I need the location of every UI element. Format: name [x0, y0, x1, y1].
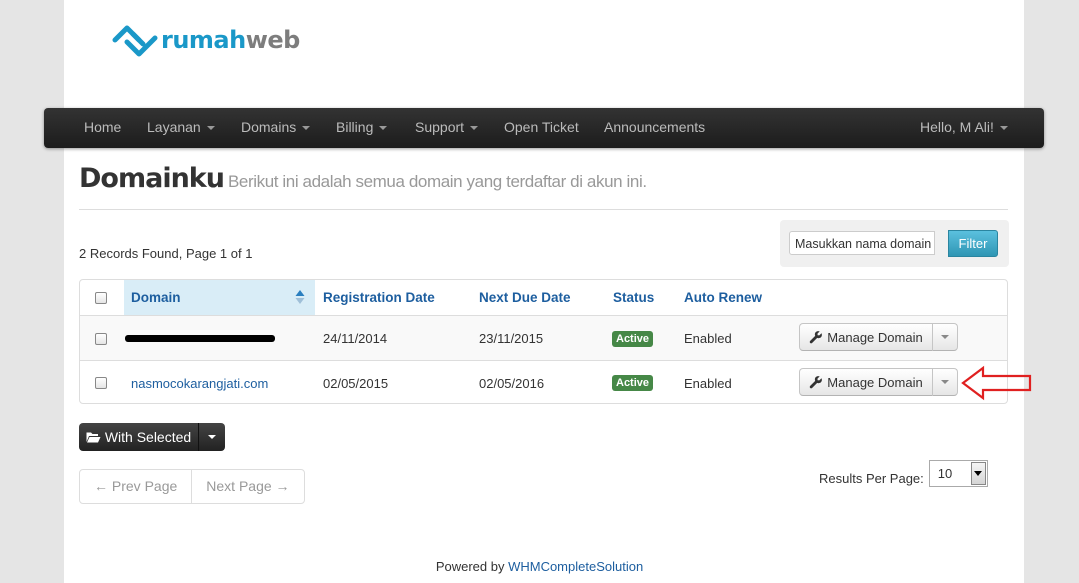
- chevron-down-icon: [379, 126, 388, 131]
- row-checkbox[interactable]: [95, 332, 107, 345]
- status-badge: Active: [612, 375, 654, 391]
- results-per-page: Results Per Page: 10: [819, 460, 988, 487]
- filter-button[interactable]: Filter: [948, 230, 998, 257]
- top-navbar: Home Layanan Domains Billing Support Ope…: [44, 108, 1044, 148]
- nav-user-label: Hello, M Ali!: [920, 119, 994, 135]
- chevron-down-icon: [302, 126, 311, 131]
- page-title: Domainku: [79, 163, 225, 194]
- nav-layanan[interactable]: Layanan: [147, 108, 215, 148]
- chevron-down-icon: [999, 126, 1008, 131]
- auto-renew-value: Enabled: [684, 375, 732, 391]
- status-cell: Active: [612, 316, 654, 361]
- results-per-page-select[interactable]: 10: [928, 460, 988, 487]
- nav-support[interactable]: Support: [415, 108, 479, 148]
- domain-cell[interactable]: [125, 316, 275, 361]
- footer-prefix: Powered by: [435, 559, 509, 574]
- manage-domain-label: Manage Domain: [827, 329, 923, 345]
- column-header-next-due-date[interactable]: Next Due Date: [479, 280, 571, 315]
- page-header: Domainku Berikut ini adalah semua domain …: [79, 163, 1008, 210]
- footer: Powered by WHMCompleteSolution: [0, 559, 1079, 574]
- nav-domains-label: Domains: [241, 119, 297, 135]
- wrench-icon: [810, 331, 823, 344]
- domain-link[interactable]: nasmocokarangjati.com: [131, 376, 268, 391]
- nav-support-label: Support: [415, 119, 465, 135]
- auto-renew-value: Enabled: [684, 331, 732, 346]
- column-header-registration-date[interactable]: Registration Date: [323, 280, 435, 315]
- next-due-date: 23/11/2015: [479, 331, 544, 346]
- nav-home[interactable]: Home: [84, 108, 121, 148]
- next-due-date: 02/05/2016: [479, 375, 545, 391]
- column-header-status[interactable]: Status: [613, 280, 654, 315]
- status-badge: Active: [612, 330, 654, 347]
- registration-date: 02/05/2015: [323, 375, 389, 391]
- table-row: 24/11/2014 23/11/2015 Active Enabled Man…: [80, 315, 1007, 361]
- chevron-down-icon: [941, 335, 949, 339]
- select-all-checkbox[interactable]: [95, 291, 107, 304]
- logo-icon: [112, 25, 158, 57]
- table-header-row: Domain Registration Date Next Due Date S…: [80, 280, 1007, 315]
- status-cell: Active: [612, 361, 654, 403]
- manage-domain-button[interactable]: Manage Domain: [799, 323, 933, 351]
- with-selected-group: With Selected: [79, 423, 225, 451]
- column-header-auto-renew[interactable]: Auto Renew: [684, 280, 762, 315]
- manage-domain-dropdown-toggle[interactable]: [933, 368, 958, 396]
- domain-search-input[interactable]: Masukkan nama domain ...: [789, 231, 935, 255]
- manage-domain-group: Manage Domain: [799, 323, 958, 351]
- pagination: ← Prev Page Next Page →: [79, 469, 305, 504]
- nav-layanan-label: Layanan: [147, 119, 201, 135]
- manage-domain-dropdown-toggle[interactable]: [933, 323, 958, 351]
- domain-cell: nasmocokarangjati.com: [131, 361, 268, 403]
- wrench-icon: [810, 376, 823, 389]
- redacted-domain: [125, 335, 275, 342]
- page-subtitle: Berikut ini adalah semua domain yang ter…: [227, 172, 647, 191]
- next-page-link[interactable]: Next Page →: [192, 470, 303, 503]
- nav-billing-label: Billing: [336, 119, 374, 135]
- results-per-page-label: Results Per Page:: [819, 470, 924, 486]
- folder-open-icon: [86, 432, 101, 443]
- whmcs-link[interactable]: WHMCompleteSolution: [508, 559, 643, 574]
- rumahweb-logo[interactable]: rumahweb: [111, 18, 300, 62]
- column-header-domain-label: Domain: [131, 290, 181, 305]
- table-row: nasmocokarangjati.com 02/05/2015 02/05/2…: [80, 360, 1007, 403]
- with-selected-label: With Selected: [104, 429, 192, 445]
- nav-announcements[interactable]: Announcements: [604, 108, 705, 148]
- column-header-domain[interactable]: Domain: [124, 280, 315, 315]
- domains-table: Domain Registration Date Next Due Date S…: [79, 279, 1008, 404]
- nav-user-menu[interactable]: Hello, M Ali!: [920, 108, 1008, 148]
- prev-page-link[interactable]: ← Prev Page: [80, 470, 193, 503]
- chevron-down-icon: [208, 435, 216, 439]
- row-select-cell: [95, 316, 107, 361]
- manage-domain-group: Manage Domain: [799, 368, 958, 396]
- sort-asc-icon: [295, 290, 305, 304]
- logo-text: rumahweb: [161, 26, 300, 54]
- with-selected-button[interactable]: With Selected: [79, 423, 199, 451]
- registration-date: 24/11/2014: [323, 331, 388, 346]
- results-per-page-value: 10: [937, 466, 953, 481]
- manage-domain-button[interactable]: Manage Domain: [799, 368, 933, 396]
- with-selected-dropdown-toggle[interactable]: [199, 423, 225, 451]
- manage-domain-label: Manage Domain: [827, 374, 923, 390]
- chevron-down-icon: [206, 126, 215, 131]
- nav-billing[interactable]: Billing: [336, 108, 388, 148]
- nav-domains[interactable]: Domains: [241, 108, 311, 148]
- chevron-down-icon: [470, 126, 479, 131]
- nav-open-ticket[interactable]: Open Ticket: [504, 108, 579, 148]
- records-count: 2 Records Found, Page 1 of 1: [79, 246, 253, 261]
- select-all-cell: [95, 280, 109, 315]
- dropdown-arrow-icon: [970, 462, 986, 485]
- row-select-cell: [95, 361, 107, 403]
- annotation-arrow-icon: [961, 365, 1032, 401]
- filter-box: Masukkan nama domain ... Filter: [780, 220, 1009, 267]
- chevron-down-icon: [941, 380, 949, 384]
- row-checkbox[interactable]: [95, 377, 107, 389]
